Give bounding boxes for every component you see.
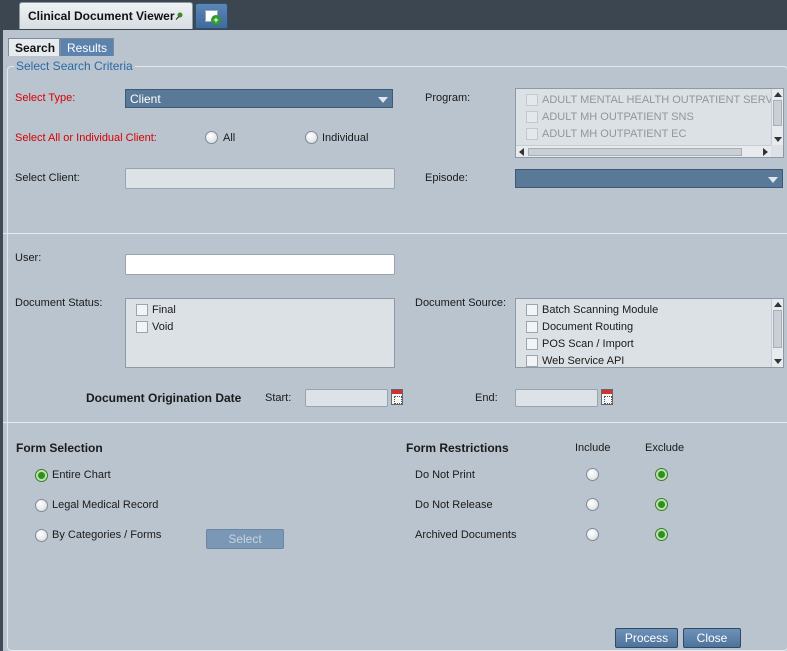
scroll-thumb[interactable] (528, 148, 742, 156)
add-document-tab-button[interactable]: + (195, 3, 228, 29)
form-restrictions-title: Form Restrictions (406, 441, 509, 455)
restriction-row-label: Do Not Print (415, 469, 475, 481)
pin-icon[interactable] (175, 12, 183, 20)
scroll-down-icon[interactable] (774, 137, 782, 142)
calendar-icon[interactable] (391, 389, 403, 405)
restriction-row-label: Archived Documents (415, 529, 517, 541)
form-selection-title: Form Selection (16, 441, 103, 455)
by-categories-radio[interactable] (35, 529, 48, 542)
origination-date-label: Document Origination Date (86, 391, 242, 405)
client-scope-label: Select All or Individual Client: (15, 132, 157, 144)
scroll-thumb[interactable] (773, 100, 782, 126)
checkbox (526, 128, 538, 140)
user-field[interactable] (125, 254, 395, 275)
select-type-value: Client (130, 92, 161, 106)
start-date-field[interactable] (305, 389, 388, 407)
plus-icon: + (211, 15, 221, 25)
scroll-up-icon[interactable] (774, 302, 782, 307)
individual-radio[interactable] (305, 131, 318, 144)
document-status-list[interactable]: Final Void (125, 298, 395, 368)
start-date-label: Start: (265, 392, 292, 404)
title-bar: Clinical Document Viewer + (0, 0, 787, 30)
checkbox[interactable] (136, 304, 148, 316)
document-status-item[interactable]: Void (126, 319, 394, 336)
document-status-item[interactable]: Final (126, 302, 394, 319)
archived-documents-exclude-radio[interactable] (655, 528, 668, 541)
document-tab[interactable]: Clinical Document Viewer (19, 2, 193, 29)
scroll-up-icon[interactable] (774, 92, 782, 97)
entire-chart-radio[interactable] (35, 469, 48, 482)
divider (3, 233, 787, 234)
user-label: User: (15, 252, 42, 264)
program-list-item: ADULT MH OUTPATIENT SNS (516, 109, 783, 126)
episode-dropdown[interactable] (515, 169, 783, 188)
end-date-field[interactable] (515, 389, 598, 407)
program-horizontal-scrollbar[interactable] (516, 145, 771, 157)
calendar-icon[interactable] (601, 389, 613, 405)
checkbox (526, 111, 538, 123)
do-not-print-include-radio[interactable] (586, 468, 599, 481)
checkbox (526, 94, 538, 106)
document-tab-title: Clinical Document Viewer (28, 9, 175, 23)
entire-chart-label: Entire Chart (52, 469, 111, 481)
restriction-row-label: Do Not Release (415, 499, 493, 511)
document-source-item[interactable]: Document Routing (516, 319, 783, 336)
document-source-item[interactable]: POS Scan / Import (516, 336, 783, 353)
checkbox[interactable] (526, 338, 538, 350)
chevron-down-icon (768, 177, 778, 183)
all-radio[interactable] (205, 131, 218, 144)
scroll-left-icon[interactable] (519, 148, 524, 156)
process-button[interactable]: Process (615, 628, 678, 648)
checkbox[interactable] (136, 321, 148, 333)
do-not-release-exclude-radio[interactable] (655, 498, 668, 511)
select-type-label: Select Type: (15, 92, 76, 104)
program-label: Program: (425, 92, 471, 104)
legal-medical-record-radio[interactable] (35, 499, 48, 512)
scroll-down-icon[interactable] (774, 359, 782, 364)
episode-label: Episode: (425, 172, 468, 184)
select-forms-button[interactable]: Select (206, 529, 284, 549)
program-list[interactable]: ADULT MENTAL HEALTH OUTPATIENT SERVICE A… (515, 88, 784, 158)
end-date-label: End: (475, 392, 498, 404)
checkbox[interactable] (526, 321, 538, 333)
document-source-list[interactable]: Batch Scanning Module Document Routing P… (515, 298, 784, 368)
program-list-item: ADULT MH OUTPATIENT EC (516, 126, 783, 143)
do-not-release-include-radio[interactable] (586, 498, 599, 511)
checkbox[interactable] (526, 355, 538, 367)
include-column-header: Include (575, 442, 611, 454)
do-not-print-exclude-radio[interactable] (655, 468, 668, 481)
close-button[interactable]: Close (683, 628, 741, 648)
select-client-label: Select Client: (15, 172, 80, 184)
select-type-dropdown[interactable]: Client (125, 89, 393, 108)
program-vertical-scrollbar[interactable] (771, 89, 783, 145)
individual-radio-label: Individual (322, 132, 369, 144)
document-source-label: Document Source: (415, 297, 507, 309)
document-status-label: Document Status: (15, 297, 103, 309)
document-source-item[interactable]: Web Service API (516, 353, 783, 367)
program-list-item: ADULT MENTAL HEALTH OUTPATIENT SERVICE (516, 92, 783, 109)
search-panel: Search Results Select Search Criteria Se… (3, 30, 787, 651)
archived-documents-include-radio[interactable] (586, 528, 599, 541)
group-title: Select Search Criteria (14, 59, 135, 73)
checkbox[interactable] (526, 304, 538, 316)
by-categories-label: By Categories / Forms (52, 529, 162, 541)
exclude-column-header: Exclude (645, 442, 685, 454)
divider (3, 422, 787, 423)
all-radio-label: All (223, 132, 236, 144)
scroll-thumb[interactable] (773, 310, 782, 348)
scroll-right-icon[interactable] (763, 148, 768, 156)
tab-search[interactable]: Search (8, 38, 60, 56)
document-source-scrollbar[interactable] (771, 299, 783, 367)
tab-results[interactable]: Results (60, 38, 114, 56)
chevron-down-icon (378, 97, 388, 103)
document-source-item[interactable]: Batch Scanning Module (516, 302, 783, 319)
select-client-field[interactable] (125, 168, 395, 189)
legal-medical-record-label: Legal Medical Record (52, 499, 159, 511)
